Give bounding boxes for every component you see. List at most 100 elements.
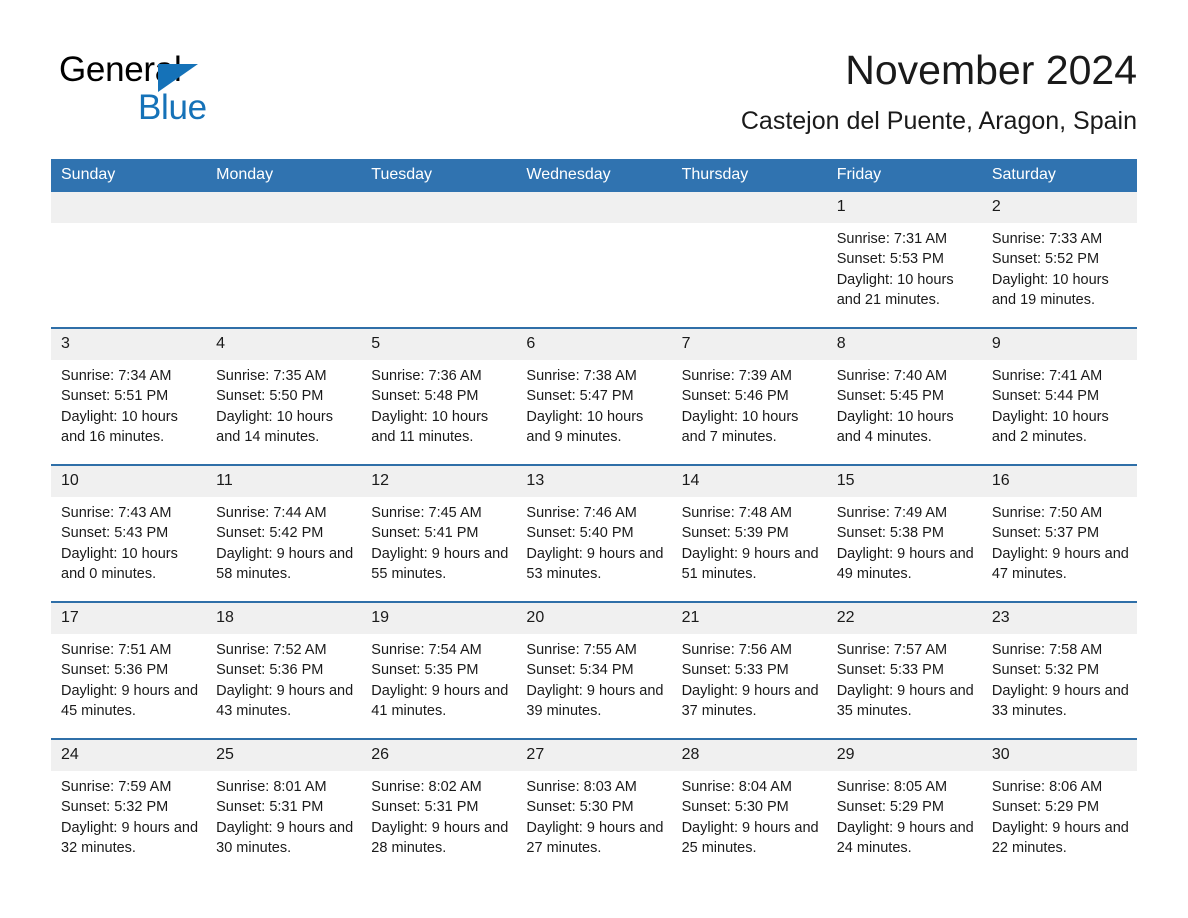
day-number[interactable]: 22: [827, 603, 982, 634]
daylight-text: Daylight: 10 hours and 21 minutes.: [836, 271, 954, 309]
day-number[interactable]: 1: [827, 192, 982, 223]
day-number[interactable]: 3: [51, 329, 206, 360]
day-cell[interactable]: Sunrise: 7:56 AM Sunset: 5:33 PM Dayligh…: [672, 634, 827, 738]
day-number[interactable]: 30: [982, 740, 1137, 771]
day-cell[interactable]: Sunrise: 8:04 AM Sunset: 5:30 PM Dayligh…: [672, 771, 827, 875]
day-cell[interactable]: Sunrise: 8:03 AM Sunset: 5:30 PM Dayligh…: [516, 771, 671, 875]
day-cell[interactable]: [361, 223, 516, 327]
day-cell[interactable]: Sunrise: 7:59 AM Sunset: 5:32 PM Dayligh…: [51, 771, 206, 875]
daylight-text: Daylight: 9 hours and 32 minutes.: [61, 819, 199, 857]
weekday-header-row: Sunday Monday Tuesday Wednesday Thursday…: [51, 159, 1137, 192]
day-number[interactable]: 28: [672, 740, 827, 771]
generalblue-logo[interactable]: General Blue: [59, 50, 359, 140]
day-cell[interactable]: Sunrise: 8:02 AM Sunset: 5:31 PM Dayligh…: [361, 771, 516, 875]
weekday-header-monday: Monday: [216, 166, 274, 183]
sunset-text: Sunset: 5:53 PM: [836, 251, 944, 268]
sunrise-text: Sunrise: 7:49 AM: [836, 505, 948, 521]
day-cell[interactable]: Sunrise: 7:58 AM Sunset: 5:32 PM Dayligh…: [982, 634, 1137, 738]
day-number[interactable]: 18: [206, 603, 361, 634]
sunrise-text: Sunrise: 7:35 AM: [216, 368, 327, 384]
day-cell[interactable]: Sunrise: 7:33 AM Sunset: 5:52 PM Dayligh…: [982, 223, 1137, 327]
day-cell[interactable]: Sunrise: 7:43 AM Sunset: 5:43 PM Dayligh…: [51, 497, 206, 601]
day-number-band: 24 25 26 27 28 29 30: [51, 740, 1137, 771]
day-number[interactable]: 6: [516, 329, 671, 360]
daylight-text: Daylight: 9 hours and 22 minutes.: [991, 819, 1129, 857]
day-cell[interactable]: Sunrise: 7:52 AM Sunset: 5:36 PM Dayligh…: [206, 634, 361, 738]
day-number[interactable]: 29: [827, 740, 982, 771]
day-number[interactable]: 26: [361, 740, 516, 771]
day-number[interactable]: [516, 192, 671, 223]
day-cell[interactable]: Sunrise: 7:55 AM Sunset: 5:34 PM Dayligh…: [516, 634, 671, 738]
sunrise-text: Sunrise: 8:05 AM: [836, 779, 948, 795]
day-cell[interactable]: Sunrise: 7:31 AM Sunset: 5:53 PM Dayligh…: [827, 223, 982, 327]
day-number[interactable]: 2: [982, 192, 1137, 223]
day-cell[interactable]: Sunrise: 7:48 AM Sunset: 5:39 PM Dayligh…: [672, 497, 827, 601]
day-cell[interactable]: Sunrise: 7:38 AM Sunset: 5:47 PM Dayligh…: [516, 360, 671, 464]
day-cell[interactable]: Sunrise: 7:36 AM Sunset: 5:48 PM Dayligh…: [361, 360, 516, 464]
day-number[interactable]: [51, 192, 206, 223]
day-number[interactable]: 19: [361, 603, 516, 634]
daylight-text: Daylight: 10 hours and 11 minutes.: [371, 408, 489, 446]
sunrise-text: Sunrise: 7:50 AM: [991, 505, 1103, 521]
day-cell[interactable]: Sunrise: 7:34 AM Sunset: 5:51 PM Dayligh…: [51, 360, 206, 464]
day-number[interactable]: 9: [982, 329, 1137, 360]
day-number[interactable]: 14: [672, 466, 827, 497]
day-number[interactable]: 16: [982, 466, 1137, 497]
day-cell[interactable]: Sunrise: 7:50 AM Sunset: 5:37 PM Dayligh…: [982, 497, 1137, 601]
day-cell[interactable]: Sunrise: 7:46 AM Sunset: 5:40 PM Dayligh…: [516, 497, 671, 601]
sunrise-text: Sunrise: 8:06 AM: [991, 779, 1103, 795]
day-number[interactable]: 20: [516, 603, 671, 634]
sunset-text: Sunset: 5:45 PM: [836, 388, 944, 405]
day-number[interactable]: 8: [827, 329, 982, 360]
day-number[interactable]: 15: [827, 466, 982, 497]
sunrise-text: Sunrise: 8:03 AM: [526, 779, 637, 795]
day-number[interactable]: 7: [672, 329, 827, 360]
day-number[interactable]: 24: [51, 740, 206, 771]
day-cell[interactable]: Sunrise: 7:40 AM Sunset: 5:45 PM Dayligh…: [827, 360, 982, 464]
day-number[interactable]: [672, 192, 827, 223]
day-cell[interactable]: Sunrise: 8:05 AM Sunset: 5:29 PM Dayligh…: [827, 771, 982, 875]
day-number[interactable]: 21: [672, 603, 827, 634]
day-number[interactable]: 5: [361, 329, 516, 360]
day-number[interactable]: 11: [206, 466, 361, 497]
day-number[interactable]: 25: [206, 740, 361, 771]
sunrise-text: Sunrise: 7:56 AM: [681, 642, 792, 658]
day-cell[interactable]: Sunrise: 7:41 AM Sunset: 5:44 PM Dayligh…: [982, 360, 1137, 464]
day-number[interactable]: 10: [51, 466, 206, 497]
day-number[interactable]: 17: [51, 603, 206, 634]
day-cell[interactable]: Sunrise: 7:35 AM Sunset: 5:50 PM Dayligh…: [206, 360, 361, 464]
page-title: November 2024: [845, 47, 1137, 93]
day-number[interactable]: 13: [516, 466, 671, 497]
day-cell[interactable]: Sunrise: 7:49 AM Sunset: 5:38 PM Dayligh…: [827, 497, 982, 601]
day-cell[interactable]: Sunrise: 7:57 AM Sunset: 5:33 PM Dayligh…: [827, 634, 982, 738]
day-number-band: 3 4 5 6 7 8 9: [51, 329, 1137, 360]
sunset-text: Sunset: 5:30 PM: [681, 799, 789, 816]
day-cell[interactable]: [672, 223, 827, 327]
day-number[interactable]: 12: [361, 466, 516, 497]
sunrise-text: Sunrise: 7:44 AM: [216, 505, 327, 521]
day-cell[interactable]: Sunrise: 8:01 AM Sunset: 5:31 PM Dayligh…: [206, 771, 361, 875]
day-number[interactable]: 27: [516, 740, 671, 771]
daylight-text: Daylight: 9 hours and 37 minutes.: [681, 682, 819, 720]
day-cell[interactable]: [51, 223, 206, 327]
sunrise-text: Sunrise: 7:45 AM: [371, 505, 482, 521]
day-number[interactable]: 23: [982, 603, 1137, 634]
day-cell[interactable]: Sunrise: 7:51 AM Sunset: 5:36 PM Dayligh…: [51, 634, 206, 738]
day-cell[interactable]: Sunrise: 7:39 AM Sunset: 5:46 PM Dayligh…: [672, 360, 827, 464]
day-cell[interactable]: [206, 223, 361, 327]
daylight-text: Daylight: 9 hours and 51 minutes.: [681, 545, 819, 583]
sunset-text: Sunset: 5:37 PM: [991, 525, 1100, 542]
day-number[interactable]: [206, 192, 361, 223]
sunset-text: Sunset: 5:36 PM: [216, 662, 324, 679]
day-cell[interactable]: Sunrise: 7:44 AM Sunset: 5:42 PM Dayligh…: [206, 497, 361, 601]
day-cell[interactable]: [516, 223, 671, 327]
day-cell[interactable]: Sunrise: 8:06 AM Sunset: 5:29 PM Dayligh…: [982, 771, 1137, 875]
day-number[interactable]: 4: [206, 329, 361, 360]
sunrise-text: Sunrise: 7:43 AM: [61, 505, 172, 521]
daylight-text: Daylight: 9 hours and 25 minutes.: [681, 819, 819, 857]
day-cell[interactable]: Sunrise: 7:45 AM Sunset: 5:41 PM Dayligh…: [361, 497, 516, 601]
sunrise-text: Sunrise: 7:38 AM: [526, 368, 637, 384]
day-cell[interactable]: Sunrise: 7:54 AM Sunset: 5:35 PM Dayligh…: [361, 634, 516, 738]
day-number[interactable]: [361, 192, 516, 223]
weekday-header-wednesday: Wednesday: [526, 166, 611, 183]
